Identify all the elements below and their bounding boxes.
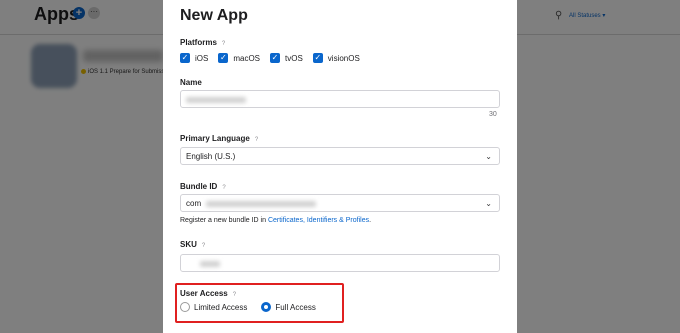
checkmark-icon: ✓ <box>180 53 190 63</box>
checkbox-tvos[interactable]: ✓ tvOS <box>270 53 303 63</box>
bundle-id-help-icon[interactable]: ? <box>222 185 225 191</box>
platforms-label: Platforms? <box>180 38 226 47</box>
checkmark-icon: ✓ <box>218 53 229 63</box>
platforms-help-icon[interactable]: ? <box>222 41 225 47</box>
name-label: Name <box>180 78 202 87</box>
sku-input[interactable] <box>180 254 500 272</box>
bundle-id-label: Bundle ID? <box>180 182 226 191</box>
name-value-blurred <box>186 96 246 103</box>
user-access-help-icon[interactable]: ? <box>233 292 236 298</box>
user-access-radios: Limited Access Full Access <box>180 302 330 312</box>
certificates-link[interactable]: Certificates, Identifiers & Profiles <box>268 217 369 224</box>
radio-selected-icon <box>261 302 272 312</box>
chevron-down-icon: ⌄ <box>485 152 492 161</box>
bundle-id-value: com <box>186 199 202 208</box>
platforms-checkboxes: ✓ iOS ✓ macOS ✓ tvOS ✓ visionOS <box>180 53 370 63</box>
bundle-id-hint: Register a new bundle ID in Certificates… <box>180 217 372 224</box>
checkmark-icon: ✓ <box>270 53 281 63</box>
checkmark-icon: ✓ <box>312 53 323 63</box>
checkbox-macos[interactable]: ✓ macOS <box>218 53 260 63</box>
name-character-counter: 30 <box>489 111 497 118</box>
sku-value-blurred <box>200 260 220 267</box>
radio-unselected-icon <box>180 302 190 312</box>
checkbox-visionos[interactable]: ✓ visionOS <box>312 53 360 63</box>
primary-language-label: Primary Language? <box>180 134 259 143</box>
checkbox-ios[interactable]: ✓ iOS <box>180 53 208 63</box>
radio-limited-access[interactable]: Limited Access <box>180 302 247 312</box>
new-app-dialog: New App Platforms? ✓ iOS ✓ macOS ✓ tvOS … <box>163 0 517 333</box>
primary-language-select[interactable]: English (U.S.) ⌄ <box>180 147 500 165</box>
dialog-title: New App <box>180 7 248 24</box>
bundle-id-value-blurred <box>206 200 317 207</box>
primary-language-help-icon[interactable]: ? <box>255 137 258 143</box>
chevron-down-icon: ⌄ <box>485 199 492 208</box>
bundle-id-select[interactable]: com ⌄ <box>180 194 500 212</box>
name-input[interactable] <box>180 90 500 108</box>
radio-full-access[interactable]: Full Access <box>261 302 316 312</box>
sku-help-icon[interactable]: ? <box>202 243 205 249</box>
primary-language-value: English (U.S.) <box>186 152 236 161</box>
sku-label: SKU? <box>180 240 206 249</box>
user-access-label: User Access? <box>180 289 237 298</box>
